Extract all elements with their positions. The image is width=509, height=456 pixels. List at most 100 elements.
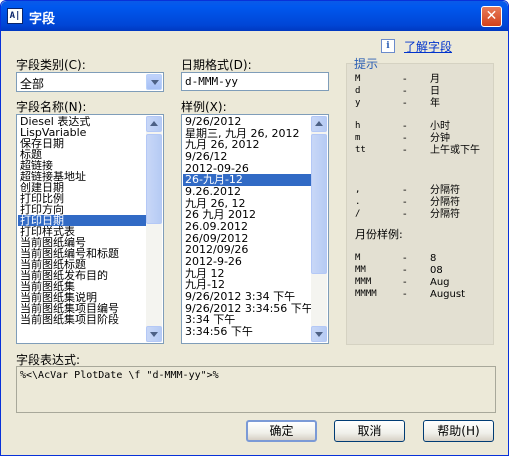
example-item[interactable]: 3:34 下午 [183, 314, 311, 326]
hint-desc: 小时 [430, 121, 450, 132]
examples-list[interactable]: 9/26/2012 星期三, 九月 26, 2012 九月 26, 2012 9/26… [181, 114, 329, 344]
cancel-button[interactable]: 取消 [334, 420, 405, 442]
example-item[interactable]: 9/26/12 [183, 151, 311, 163]
month-value: August [430, 289, 465, 300]
hint-desc: 分隔符 [430, 209, 460, 220]
field-name-item[interactable]: 超链接 [18, 160, 146, 171]
scroll-up-icon[interactable] [311, 116, 327, 132]
field-name-item[interactable]: LispVariable [18, 127, 146, 138]
hint-dash: - [403, 185, 407, 196]
month-value: 8 [430, 253, 437, 264]
learn-fields-link[interactable]: 了解字段 [404, 38, 452, 55]
example-item[interactable]: 2012-09-26 [183, 163, 311, 175]
field-name-item[interactable]: 保存日期 [18, 138, 146, 149]
example-item[interactable]: 26/09/2012 [183, 233, 311, 245]
example-item[interactable]: 26 九月 2012 [183, 209, 311, 221]
hint-dash: - [403, 133, 407, 144]
hint-dash: - [403, 86, 407, 97]
field-name-item[interactable]: 超链接基地址 [18, 171, 146, 182]
hint-desc: 分隔符 [430, 197, 460, 208]
hint-code: , [355, 185, 361, 195]
examples-scrollbar[interactable] [311, 116, 327, 342]
example-item[interactable]: 26.09.2012 [183, 221, 311, 233]
example-item[interactable]: 2012-9-26 [183, 256, 311, 268]
field-name-item[interactable]: 当前图纸编号 [18, 237, 146, 248]
hint-panel: M - 月 d - 日 y - 年 h - 小时 m - 分钟 tt - 上午或下午, - 分隔符. - 分隔符 / - 分隔符… [346, 63, 494, 345]
hint-dash: - [403, 121, 407, 132]
field-name-item[interactable]: Diesel 表达式 [18, 116, 146, 127]
hint-dash: - [403, 253, 407, 264]
field-name-item[interactable]: 打印样式表 [18, 226, 146, 237]
field-name-item[interactable]: 打印日期 [18, 215, 146, 226]
hint-code: tt [355, 145, 366, 155]
examples-items: 9/26/2012 星期三, 九月 26, 2012 九月 26, 2012 9/26… [183, 116, 311, 337]
examples-label: 样例(X): [181, 100, 227, 114]
month-value: 08 [430, 265, 443, 276]
example-item[interactable]: 九月 26, 2012 [183, 139, 311, 151]
field-names-list[interactable]: Diesel 表达式 LispVariable 保存日期 标题 超链接 超链接基地址 创建日… [16, 114, 164, 344]
hint-desc: 分隔符 [430, 185, 460, 196]
hint-desc: 上午或下午 [430, 145, 480, 156]
field-name-item[interactable]: 打印方向 [18, 204, 146, 215]
field-name-item[interactable]: 当前图纸集 [18, 281, 146, 292]
close-button[interactable]: ✕ [481, 6, 502, 27]
hint-code: / [355, 209, 361, 219]
field-names-label: 字段名称(N): [16, 100, 87, 114]
hint-dash: - [403, 265, 407, 276]
scroll-thumb[interactable] [311, 134, 327, 274]
field-name-item[interactable]: 打印比例 [18, 193, 146, 204]
date-format-value: d-MMM-yy [185, 75, 238, 88]
ok-button[interactable]: 确定 [246, 420, 317, 442]
date-format-input[interactable]: d-MMM-yy [181, 72, 329, 91]
month-code: MMM [355, 277, 372, 287]
category-select[interactable]: 全部 [16, 72, 164, 92]
example-item[interactable]: 九月 26, 12 [183, 198, 311, 210]
chevron-down-icon[interactable] [146, 74, 162, 90]
scroll-down-icon[interactable] [146, 326, 162, 342]
example-item[interactable]: 9/26/2012 [183, 116, 311, 128]
example-item[interactable]: 九月-12 [183, 279, 311, 291]
example-item[interactable]: 2012/09/26 [183, 244, 311, 256]
example-item[interactable]: 九月 12 [183, 268, 311, 280]
hint-desc: 日 [430, 86, 440, 97]
hint-code: h [355, 121, 361, 131]
info-icon[interactable]: i [381, 39, 395, 53]
hint-title: 提示 [354, 57, 379, 71]
example-item[interactable]: 9/26/2012 3:34 下午 [183, 291, 311, 303]
scroll-up-icon[interactable] [146, 116, 162, 132]
field-name-item[interactable]: 创建日期 [18, 182, 146, 193]
hint-code: M [355, 74, 361, 84]
hint-dash: - [403, 98, 407, 109]
field-name-item[interactable]: 标题 [18, 149, 146, 160]
example-item[interactable]: 9.26.2012 [183, 186, 311, 198]
month-code: MMMM [355, 289, 377, 299]
example-item[interactable]: 3:34:56 下午 [183, 326, 311, 338]
category-label: 字段类别(C): [16, 58, 86, 72]
field-name-item[interactable]: 当前图纸集说明 [18, 292, 146, 303]
field-name-item[interactable]: 当前图纸集项目阶段 [18, 314, 146, 325]
field-names-items: Diesel 表达式 LispVariable 保存日期 标题 超链接 超链接基地址 创建日… [18, 116, 146, 325]
scroll-thumb[interactable] [146, 134, 162, 224]
hint-desc: 分钟 [430, 133, 450, 144]
hint-code: . [355, 197, 361, 207]
example-item[interactable]: 9/26/2012 3:34:56 下午 [183, 303, 311, 315]
month-code: M [355, 253, 361, 263]
month-code: MM [355, 265, 366, 275]
close-icon: ✕ [485, 8, 498, 24]
field-name-item[interactable]: 当前图纸编号和标题 [18, 248, 146, 259]
scroll-down-icon[interactable] [311, 326, 327, 342]
hint-desc: 月 [430, 74, 440, 85]
expression-box[interactable]: %<\AcVar PlotDate \f "d-MMM-yy">% [16, 366, 496, 413]
field-name-item[interactable]: 当前图纸集项目编号 [18, 303, 146, 314]
category-value: 全部 [20, 77, 45, 91]
date-format-label: 日期格式(D): [181, 58, 252, 72]
example-item[interactable]: 26-九月-12 [183, 174, 311, 186]
month-value: Aug [430, 277, 450, 288]
title-bar[interactable]: A| 字段 ✕ [1, 1, 508, 31]
field-dialog: A| 字段 ✕ 字段类别(C): 全部 字段名称(N): Diesel 表达式 L… [0, 0, 509, 456]
help-button[interactable]: 帮助(H) [423, 420, 494, 442]
example-item[interactable]: 星期三, 九月 26, 2012 [183, 128, 311, 140]
field-name-item[interactable]: 当前图纸标题 [18, 259, 146, 270]
field-names-scrollbar[interactable] [146, 116, 162, 342]
field-name-item[interactable]: 当前图纸发布目的 [18, 270, 146, 281]
